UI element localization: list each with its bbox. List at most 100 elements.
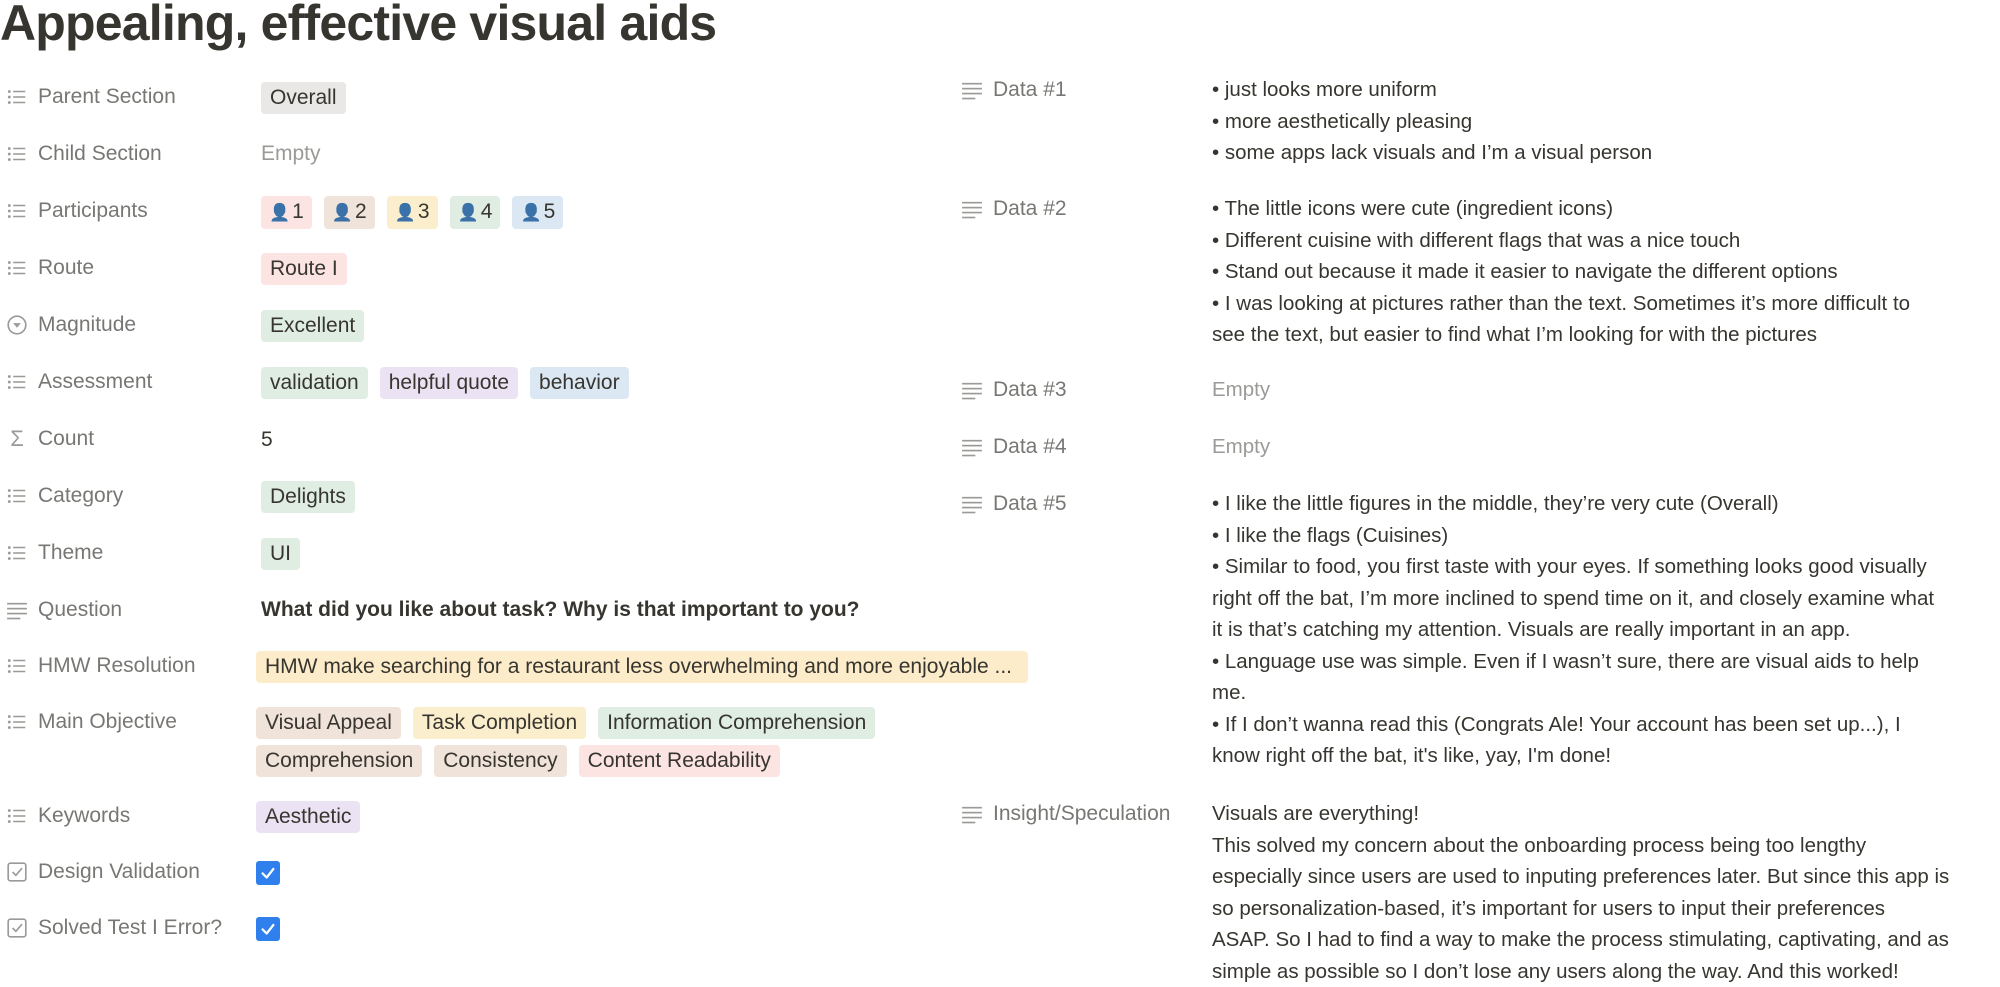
- prop-label: Participants: [0, 198, 148, 224]
- tag-delights[interactable]: Delights: [261, 481, 355, 513]
- text-line: • some apps lack visuals and I’m a visua…: [1212, 137, 2000, 169]
- text-line: Visuals are everything!: [1212, 798, 2000, 830]
- question-value[interactable]: What did you like about task? Why is tha…: [261, 598, 860, 622]
- assessment-label: Assessment: [38, 370, 152, 394]
- data-1-value[interactable]: • just looks more uniform • more aesthet…: [1212, 74, 2000, 169]
- text-line: simple as possible so I don’t lose any u…: [1212, 956, 2000, 987]
- tag-aesthetic[interactable]: Aesthetic: [256, 801, 360, 833]
- prop-row-main-objective[interactable]: Main Objective: [0, 709, 177, 735]
- prop-row-solved-test-error[interactable]: Solved Test I Error?: [0, 915, 222, 941]
- prop-row-keywords[interactable]: Keywords: [0, 803, 130, 829]
- tag-behavior[interactable]: behavior: [530, 367, 629, 399]
- keywords-value[interactable]: Aesthetic: [256, 801, 360, 833]
- prop-row-data-1[interactable]: Data #1: [955, 77, 1067, 103]
- data-3-label: Data #3: [993, 378, 1067, 402]
- count-number: 5: [261, 428, 273, 452]
- tag-hmw[interactable]: HMW make searching for a restaurant less…: [256, 651, 1028, 683]
- data-2-value[interactable]: • The little icons were cute (ingredient…: [1212, 193, 2000, 351]
- parent-section-label: Parent Section: [38, 85, 176, 109]
- prop-row-data-2[interactable]: Data #2: [955, 196, 1067, 222]
- prop-row-count[interactable]: Σ Count: [0, 426, 94, 452]
- theme-value[interactable]: UI: [261, 538, 300, 570]
- tag-content-readability[interactable]: Content Readability: [579, 745, 780, 777]
- tag-participant-4[interactable]: 👤4: [450, 196, 501, 229]
- data-3-value[interactable]: Empty: [1212, 374, 2000, 406]
- tag-participant-1[interactable]: 👤1: [261, 196, 312, 229]
- prop-row-child-section[interactable]: Child Section: [0, 141, 162, 167]
- prop-row-participants[interactable]: Participants: [0, 198, 148, 224]
- prop-label: Keywords: [0, 803, 130, 829]
- tag-consistency[interactable]: Consistency: [434, 745, 566, 777]
- list-icon: [4, 369, 30, 395]
- main-objective-value[interactable]: Visual Appeal Task Completion Informatio…: [256, 707, 916, 777]
- person-icon: 👤: [520, 203, 541, 222]
- question-text: What did you like about task? Why is tha…: [261, 598, 860, 622]
- magnitude-value[interactable]: Excellent: [261, 310, 364, 342]
- sigma-icon: Σ: [4, 426, 30, 452]
- assessment-value[interactable]: validation helpful quote behavior: [261, 367, 629, 399]
- tag-participant-5[interactable]: 👤5: [512, 196, 563, 229]
- prop-row-parent-section[interactable]: Parent Section: [0, 84, 176, 110]
- tag-overall[interactable]: Overall: [261, 82, 346, 114]
- text-line: especially since users are used to input…: [1212, 861, 2000, 893]
- data-1-label: Data #1: [993, 78, 1067, 102]
- prop-row-assessment[interactable]: Assessment: [0, 369, 152, 395]
- list-icon: [4, 540, 30, 566]
- tag-validation[interactable]: validation: [261, 367, 368, 399]
- person-icon: 👤: [458, 203, 479, 222]
- prop-row-question[interactable]: Question: [0, 597, 122, 623]
- category-label: Category: [38, 484, 123, 508]
- tag-participant-2[interactable]: 👤2: [324, 196, 375, 229]
- hmw-resolution-value[interactable]: HMW make searching for a restaurant less…: [256, 651, 1028, 683]
- participants-value[interactable]: 👤1 👤2 👤3 👤4 👤5: [261, 196, 563, 229]
- text-line: it is that’s catching my attention. Visu…: [1212, 614, 2000, 646]
- list-icon: [4, 255, 30, 281]
- design-validation-value[interactable]: [256, 861, 280, 885]
- solved-test-error-value[interactable]: [256, 917, 280, 941]
- prop-row-magnitude[interactable]: Magnitude: [0, 312, 136, 338]
- prop-row-route[interactable]: Route: [0, 255, 94, 281]
- prop-row-data-3[interactable]: Data #3: [955, 377, 1067, 403]
- prop-row-hmw-resolution[interactable]: HMW Resolution: [0, 653, 196, 679]
- tag-task-completion[interactable]: Task Completion: [413, 707, 586, 739]
- route-value[interactable]: Route I: [261, 253, 347, 285]
- solved-test-error-label: Solved Test I Error?: [38, 916, 222, 940]
- text-line: • Language use was simple. Even if I was…: [1212, 646, 2000, 678]
- prop-row-theme[interactable]: Theme: [0, 540, 103, 566]
- prop-row-data-5[interactable]: Data #5: [955, 491, 1067, 517]
- prop-row-category[interactable]: Category: [0, 483, 123, 509]
- text-line: • I like the little figures in the middl…: [1212, 488, 2000, 520]
- prop-label: Question: [0, 597, 122, 623]
- person-icon: 👤: [332, 203, 353, 222]
- text-line: This solved my concern about the onboard…: [1212, 830, 2000, 862]
- tag-excellent[interactable]: Excellent: [261, 310, 364, 342]
- count-label: Count: [38, 427, 94, 451]
- tag-participant-3[interactable]: 👤3: [387, 196, 438, 229]
- tag-helpful-quote[interactable]: helpful quote: [380, 367, 518, 399]
- insight-value[interactable]: Visuals are everything! This solved my c…: [1212, 798, 2000, 987]
- data-5-value[interactable]: • I like the little figures in the middl…: [1212, 488, 2000, 772]
- tag-ui[interactable]: UI: [261, 538, 300, 570]
- category-value[interactable]: Delights: [261, 481, 355, 513]
- theme-label: Theme: [38, 541, 103, 565]
- prop-row-design-validation[interactable]: Design Validation: [0, 859, 200, 885]
- text-line: • I was looking at pictures rather than …: [1212, 288, 2000, 320]
- tag-visual-appeal[interactable]: Visual Appeal: [256, 707, 401, 739]
- data-4-value[interactable]: Empty: [1212, 431, 2000, 463]
- list-icon: [4, 709, 30, 735]
- prop-row-data-4[interactable]: Data #4: [955, 434, 1067, 460]
- list-icon: [4, 803, 30, 829]
- tag-route[interactable]: Route I: [261, 253, 347, 285]
- prop-label: Magnitude: [0, 312, 136, 338]
- child-section-value[interactable]: Empty: [261, 142, 321, 166]
- design-validation-checkbox[interactable]: [256, 861, 280, 885]
- person-icon: 👤: [269, 203, 290, 222]
- tag-comprehension[interactable]: Comprehension: [256, 745, 422, 777]
- solved-test-error-checkbox[interactable]: [256, 917, 280, 941]
- text-lines-icon: [959, 377, 985, 403]
- prop-row-insight[interactable]: Insight/Speculation: [955, 801, 1170, 827]
- data-5-label: Data #5: [993, 492, 1067, 516]
- tag-information-comprehension[interactable]: Information Comprehension: [598, 707, 875, 739]
- list-icon: [4, 653, 30, 679]
- parent-section-value[interactable]: Overall: [261, 82, 346, 114]
